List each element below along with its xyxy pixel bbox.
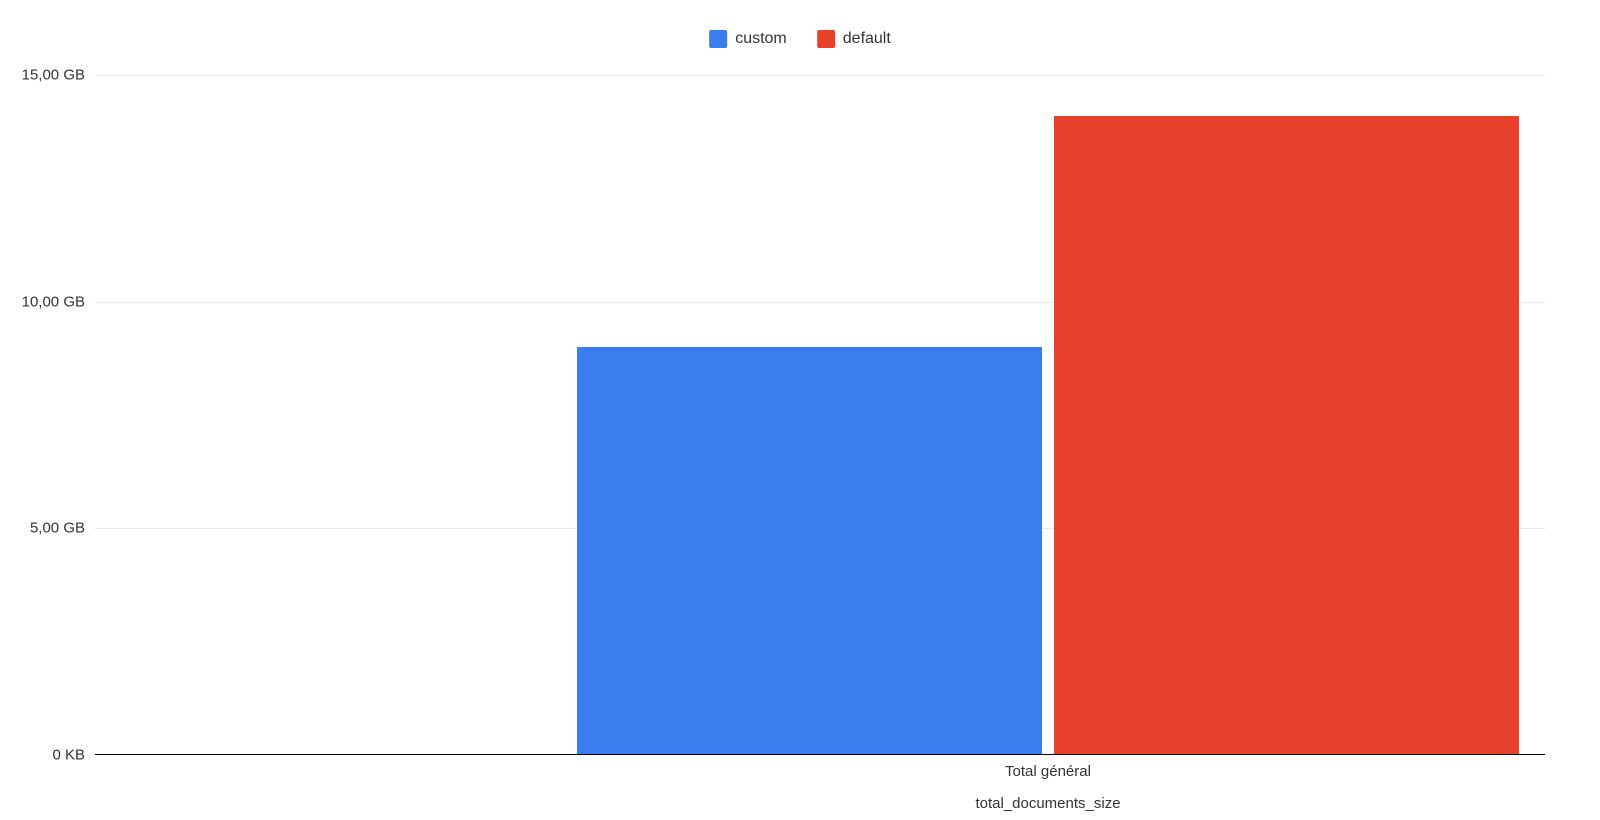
legend-item-default: default bbox=[817, 30, 891, 48]
bar-custom bbox=[577, 347, 1042, 755]
legend-swatch-default bbox=[817, 30, 835, 48]
x-axis-line bbox=[95, 754, 1545, 755]
x-axis-title: total_documents_size bbox=[975, 795, 1120, 812]
legend-label-default: default bbox=[843, 30, 891, 48]
bar-default bbox=[1054, 116, 1519, 755]
y-tick-15: 15,00 GB bbox=[0, 67, 85, 84]
bar-chart: custom default 15,00 GB 10,00 GB 5,00 GB… bbox=[0, 20, 1600, 820]
legend: custom default bbox=[709, 30, 891, 48]
gridline-15 bbox=[95, 75, 1545, 76]
x-category-label: Total général bbox=[1005, 763, 1091, 780]
y-tick-0: 0 KB bbox=[0, 747, 85, 764]
legend-item-custom: custom bbox=[709, 30, 787, 48]
legend-label-custom: custom bbox=[735, 30, 787, 48]
y-tick-10: 10,00 GB bbox=[0, 293, 85, 310]
plot-area: 15,00 GB 10,00 GB 5,00 GB 0 KB bbox=[95, 75, 1545, 755]
y-tick-5: 5,00 GB bbox=[0, 520, 85, 537]
legend-swatch-custom bbox=[709, 30, 727, 48]
